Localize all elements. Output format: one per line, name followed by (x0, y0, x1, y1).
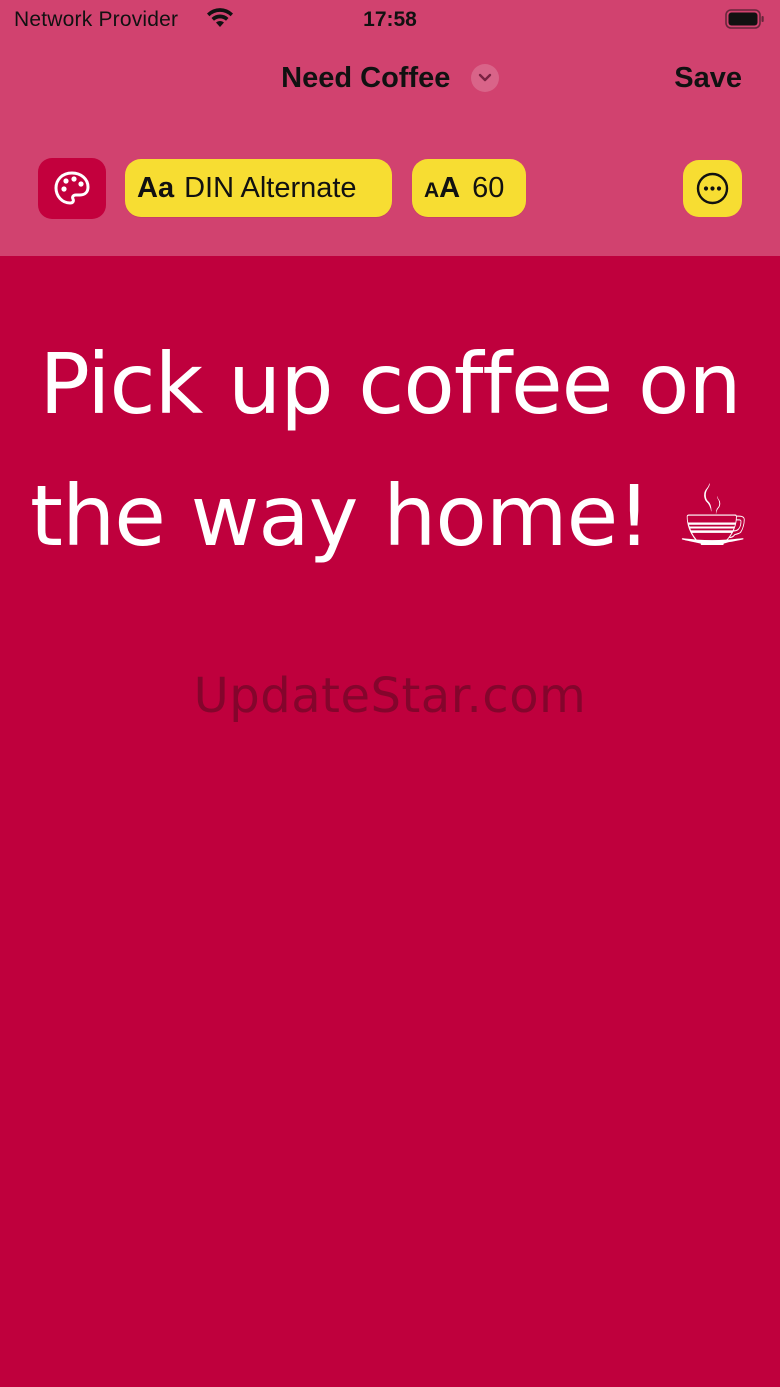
top-panel: Network Provider 17:58 Need Coffee Save … (0, 0, 780, 256)
ellipsis-circle-icon (696, 172, 729, 205)
navigation-bar: Need Coffee Save (0, 50, 780, 112)
palette-icon (54, 171, 90, 205)
palette-button[interactable] (38, 158, 106, 219)
format-toolbar: Aa DIN Alternate A A 60 (0, 158, 780, 220)
font-glyph: Aa (137, 171, 175, 204)
status-time: 17:58 (363, 8, 417, 31)
font-name: DIN Alternate (184, 171, 357, 204)
watermark: UpdateStar.com (193, 668, 587, 724)
save-button[interactable]: Save (674, 62, 742, 95)
battery-icon (725, 9, 765, 29)
font-size-value: 60 (472, 171, 505, 204)
note-text[interactable]: Pick up coffee on the way home! ☕ (20, 318, 760, 582)
font-picker-button[interactable]: Aa DIN Alternate (125, 159, 392, 217)
more-options-button[interactable] (683, 160, 742, 217)
note-title[interactable]: Need Coffee (281, 62, 450, 95)
text-size-icon: A A (424, 172, 460, 205)
status-bar: Network Provider 17:58 (0, 0, 780, 40)
title-group[interactable]: Need Coffee (0, 62, 780, 95)
font-size-button[interactable]: A A 60 (412, 159, 526, 217)
size-glyph-small: A (424, 178, 440, 202)
size-glyph-large: A (439, 171, 461, 204)
chevron-down-icon[interactable] (470, 63, 499, 92)
